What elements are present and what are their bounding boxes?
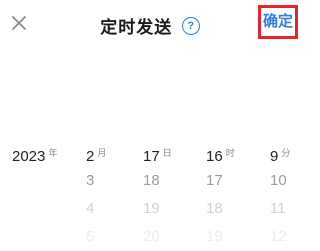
year-value: 2023 [12, 148, 46, 165]
hour-unit: 时 [225, 148, 235, 158]
day-unit: 日 [162, 148, 172, 158]
month-unit: 月 [97, 148, 107, 158]
minute-selected: 9分 [270, 140, 300, 166]
day-option: 18 [143, 172, 160, 189]
year-unit: 年 [48, 148, 58, 158]
minute-unit: 分 [281, 148, 291, 158]
minute-value: 9 [270, 148, 279, 165]
minute-option: 11 [270, 200, 286, 217]
hour-option: 18 [206, 200, 223, 217]
minute-column[interactable]: 9分 10 11 12 [270, 138, 300, 251]
day-option: 19 [143, 200, 160, 217]
month-option: 3 [86, 172, 95, 189]
year-selected: 2023 年 [12, 140, 82, 166]
day-column[interactable]: 17 日 18 19 20 [143, 138, 193, 251]
month-selected: 2月 [86, 140, 146, 166]
hour-option: 19 [206, 228, 223, 245]
month-option: 5 [86, 228, 95, 245]
header-bar: 定时发送 ? 确定 [0, 0, 300, 50]
day-selected: 17 日 [143, 140, 203, 166]
question-circle-icon[interactable]: ? [181, 16, 200, 35]
hour-value: 16 [206, 148, 223, 165]
month-option: 4 [86, 200, 95, 217]
title-group: 定时发送 ? [0, 13, 300, 37]
month-value: 2 [86, 148, 95, 165]
hour-option: 17 [206, 172, 223, 189]
hour-column[interactable]: 16 时 17 18 19 [206, 138, 256, 251]
month-column[interactable]: 2月 3 4 5 [86, 138, 136, 251]
day-value: 17 [143, 148, 160, 165]
year-column[interactable]: 2023 年 [12, 138, 82, 251]
day-option: 20 [143, 228, 160, 245]
confirm-button[interactable]: 确定 [258, 5, 298, 39]
hour-selected: 16 时 [206, 140, 266, 166]
page-title: 定时发送 [100, 18, 173, 37]
minute-option: 12 [270, 228, 287, 245]
minute-option: 10 [270, 172, 287, 189]
datetime-picker: 2023 年 2月 3 4 5 17 日 18 19 20 16 时 17 18 19… [0, 138, 300, 251]
